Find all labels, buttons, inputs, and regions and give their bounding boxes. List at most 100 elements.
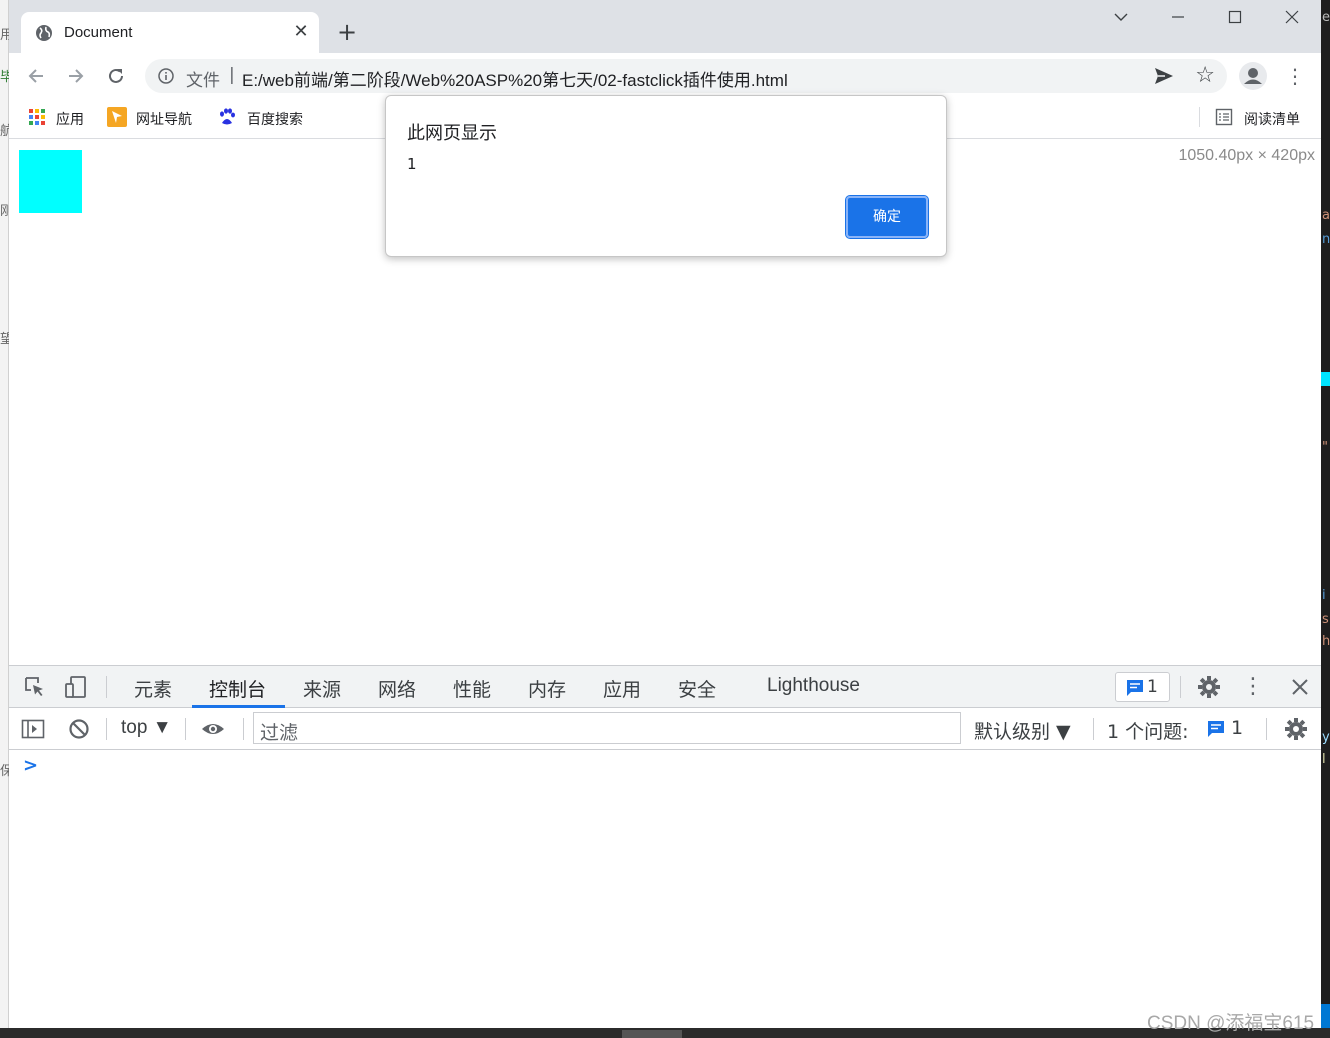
url-text[interactable]: E:/web前端/第二阶段/Web%20ASP%20第七天/02-fastcli…: [242, 66, 788, 91]
address-bar[interactable]: 文件 | E:/web前端/第二阶段/Web%20ASP%20第七天/02-fa…: [145, 59, 1227, 93]
bg-glyph: ": [1322, 440, 1328, 455]
bookmark-label: 应用: [56, 112, 84, 128]
devtools-close-icon[interactable]: [1288, 675, 1312, 699]
toolbar-divider: [243, 718, 244, 740]
background-editor-right: e a n " i s h y l: [1321, 0, 1330, 1038]
profile-avatar-icon[interactable]: [1239, 62, 1267, 90]
tab-search-chevron-icon[interactable]: [1109, 8, 1133, 32]
bg-glyph: l: [1322, 752, 1326, 767]
toolbar-divider: [1093, 718, 1094, 740]
tab-title: Document: [64, 24, 133, 41]
tab-memory[interactable]: 内存: [528, 675, 566, 702]
bg-glyph: 毕: [0, 70, 9, 85]
bg-glyph: e: [1322, 10, 1330, 25]
bookmark-label: 百度搜索: [247, 112, 303, 128]
devtools-menu-icon[interactable]: ⋮: [1241, 675, 1265, 699]
console-toolbar: top ▼ 过滤 默认级别 ▼ 1 个问题: 1: [9, 708, 1321, 750]
reading-list-button[interactable]: 阅读清单: [1215, 107, 1315, 129]
cyan-box[interactable]: [19, 150, 82, 213]
tab-performance[interactable]: 性能: [453, 675, 491, 702]
message-icon: [1208, 721, 1224, 737]
forward-arrow-icon[interactable]: [62, 62, 90, 90]
browser-menu-icon[interactable]: ⋮: [1285, 62, 1305, 90]
send-to-devices-icon[interactable]: [1153, 66, 1175, 86]
toolbar-divider: [1180, 676, 1181, 698]
issues-badge-count: 1: [1147, 677, 1158, 697]
reading-list-icon: [1215, 108, 1233, 126]
console-sidebar-icon[interactable]: [21, 717, 45, 741]
toolbar-divider: [106, 676, 107, 698]
context-selector[interactable]: top ▼: [121, 717, 172, 739]
bg-glyph: a: [1322, 208, 1330, 223]
bg-glyph: s: [1322, 612, 1329, 627]
tab-close-icon[interactable]: ✕: [291, 22, 311, 42]
baidu-paw-icon: [220, 108, 235, 125]
tab-strip: Document ✕ +: [9, 0, 1321, 53]
issues-badge-button[interactable]: 1: [1115, 672, 1170, 702]
devtools-tabbar: 元素 控制台 来源 网络 性能 内存 应用 安全 Lighthouse 1 ⋮: [9, 666, 1321, 708]
screen: 用 毕 航 刚 望 保 e a n " i s h y l Document ✕…: [0, 0, 1330, 1038]
tab-elements[interactable]: 元素: [134, 675, 172, 702]
viewport-dimensions-overlay: 1050.40px × 420px: [1178, 147, 1315, 164]
dialog-title: 此网页显示: [407, 123, 497, 144]
browser-window: Document ✕ + 文件 | E:/web前端/第二阶段/Web%20AS…: [9, 0, 1321, 1028]
tab-network[interactable]: 网络: [378, 675, 416, 702]
toolbar-divider: [106, 718, 107, 740]
console-filter-input[interactable]: 过滤: [253, 712, 961, 744]
bg-glyph: h: [1322, 634, 1330, 649]
toolbar-divider: [1266, 718, 1267, 740]
bg-glyph: y: [1322, 730, 1330, 745]
tab-security[interactable]: 安全: [678, 675, 716, 702]
console-settings-gear-icon[interactable]: [1284, 717, 1308, 741]
bookmark-item[interactable]: 应用: [28, 107, 98, 129]
device-toolbar-icon[interactable]: [64, 675, 88, 699]
globe-icon: [36, 25, 52, 41]
nav-arrow-icon: [107, 107, 127, 127]
back-arrow-icon[interactable]: [22, 62, 50, 90]
toolbar-divider: [185, 718, 186, 740]
issues-count-label: 1 个问题:: [1107, 721, 1189, 743]
browser-toolbar: 文件 | E:/web前端/第二阶段/Web%20ASP%20第七天/02-fa…: [9, 53, 1321, 99]
clear-console-icon[interactable]: [67, 717, 91, 741]
bg-glyph: n: [1322, 232, 1330, 247]
background-editor-left: 用 毕 航 刚 望 保: [0, 0, 9, 1038]
settings-gear-icon[interactable]: [1197, 675, 1221, 699]
background-taskbar: [0, 1028, 1330, 1038]
tab-lighthouse[interactable]: Lighthouse: [767, 675, 860, 697]
scheme-label: 文件: [186, 71, 220, 91]
tab-sources[interactable]: 来源: [303, 675, 341, 702]
bookmark-item[interactable]: 百度搜索: [218, 107, 313, 129]
alert-dialog: 此网页显示 1 确定: [385, 95, 947, 257]
live-expression-eye-icon[interactable]: [201, 717, 225, 741]
browser-tab[interactable]: Document ✕: [21, 12, 319, 53]
info-icon[interactable]: [158, 68, 174, 84]
bookmark-label: 网址导航: [136, 112, 192, 128]
bookmark-star-icon[interactable]: ☆: [1195, 63, 1215, 88]
taskbar-scroll-thumb: [622, 1030, 682, 1038]
dialog-ok-button[interactable]: 确定: [845, 195, 929, 239]
tab-console[interactable]: 控制台: [209, 675, 266, 702]
bg-glyph: 望: [0, 332, 9, 347]
dialog-message: 1: [407, 155, 417, 173]
console-prompt[interactable]: >: [23, 755, 38, 776]
reading-list-label: 阅读清单: [1244, 112, 1300, 128]
minimize-icon[interactable]: [1166, 8, 1190, 32]
csdn-watermark: CSDN @添福宝615: [1147, 1013, 1315, 1034]
window-close-icon[interactable]: [1280, 8, 1304, 32]
filter-placeholder: 过滤: [260, 722, 299, 744]
log-levels-dropdown[interactable]: 默认级别 ▼: [974, 717, 1071, 744]
issues-count-button[interactable]: 1 个问题: 1: [1107, 717, 1243, 744]
address-separator: |: [229, 65, 235, 85]
maximize-icon[interactable]: [1223, 8, 1247, 32]
devtools-panel: 元素 控制台 来源 网络 性能 内存 应用 安全 Lighthouse 1 ⋮ …: [9, 665, 1321, 1028]
bookmark-item[interactable]: 网址导航: [107, 107, 202, 129]
issues-count-value: 1: [1231, 717, 1244, 739]
bg-glyph: i: [1322, 588, 1326, 603]
inspect-element-icon[interactable]: [23, 675, 47, 699]
tab-application[interactable]: 应用: [603, 675, 641, 702]
bookmarks-divider: [1199, 107, 1200, 127]
reload-icon[interactable]: [102, 62, 130, 90]
bg-glyph: 用: [0, 28, 9, 43]
bg-glyph: 保: [0, 764, 9, 779]
new-tab-button[interactable]: +: [335, 20, 359, 44]
